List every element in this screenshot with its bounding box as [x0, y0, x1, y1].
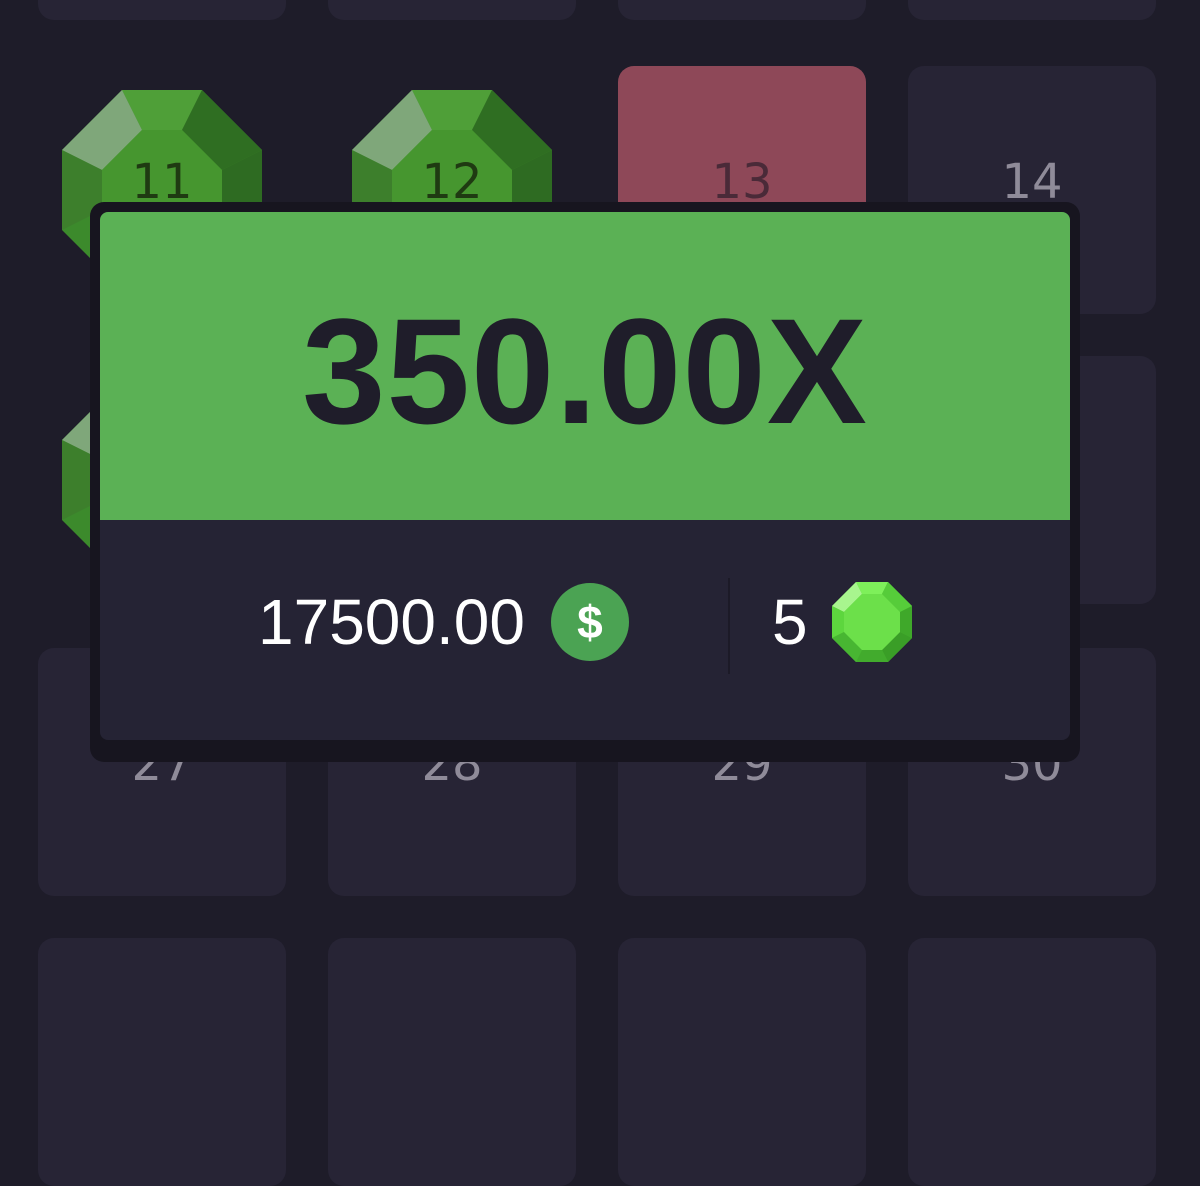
grid-tile[interactable]	[328, 0, 576, 20]
grid-tile[interactable]	[38, 938, 286, 1186]
grid-tile[interactable]	[908, 0, 1156, 20]
tile-number: 12	[421, 154, 483, 210]
payout-value: 17500.00	[258, 586, 525, 658]
win-banner: 350.00X	[100, 212, 1070, 520]
gems-found-count: 5	[772, 586, 808, 658]
grid-tile[interactable]	[908, 938, 1156, 1186]
dollar-coin-icon: $	[550, 583, 629, 661]
grid-tile[interactable]	[618, 938, 866, 1186]
grid-tile[interactable]	[38, 0, 286, 20]
win-multiplier: 350.00X	[302, 287, 868, 455]
grid-tile[interactable]	[618, 0, 866, 20]
tile-number: 14	[1001, 154, 1063, 210]
win-popup: 350.00X 17500.00 $ 5	[90, 202, 1080, 762]
divider	[728, 578, 730, 674]
gem-icon	[831, 582, 912, 662]
tile-number: 13	[711, 154, 773, 210]
win-details: 17500.00 $ 5	[100, 520, 1070, 740]
payout-amount: 17500.00 $	[258, 582, 629, 662]
tile-number: 11	[131, 154, 193, 210]
grid-tile[interactable]	[328, 938, 576, 1186]
gems-found: 5	[772, 582, 912, 662]
